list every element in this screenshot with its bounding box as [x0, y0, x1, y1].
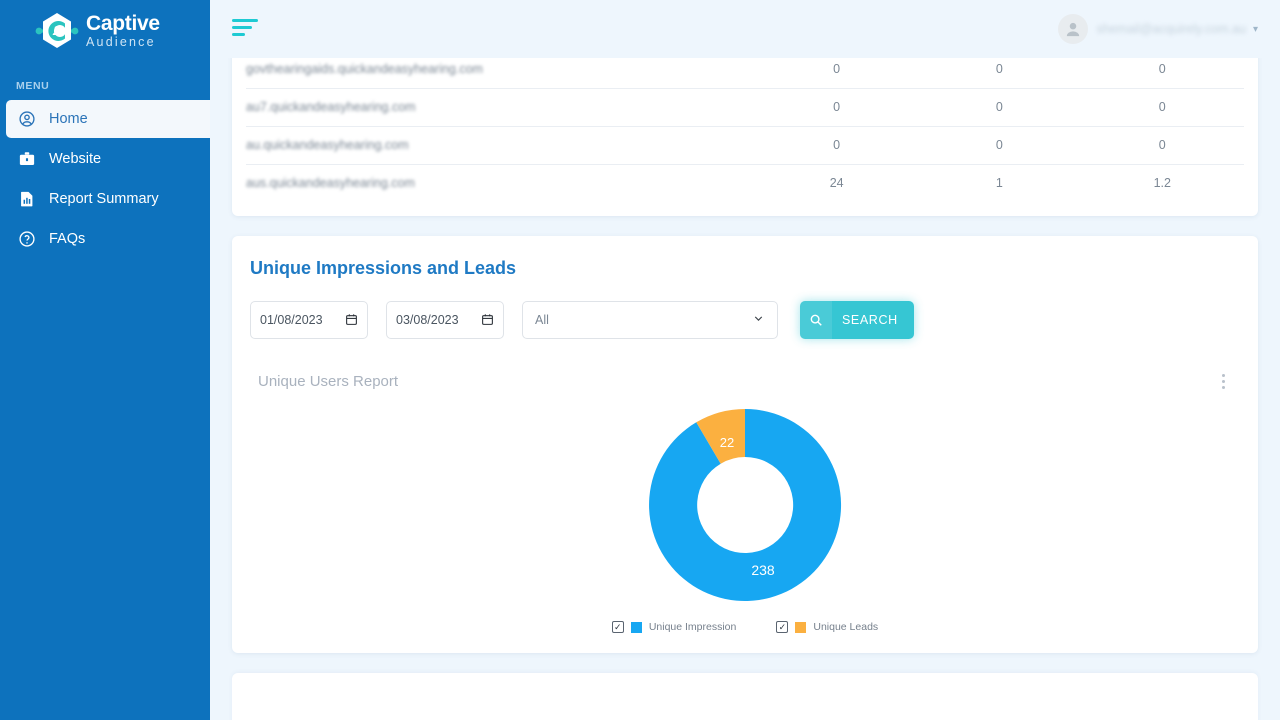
sidebar-item-home[interactable]: Home: [6, 100, 210, 138]
slice-label-unique-leads: 22: [720, 435, 734, 450]
search-button[interactable]: SEARCH: [800, 301, 914, 339]
sidebar: Captive Audience MENU Home Website Repor…: [0, 0, 210, 720]
chart-legend: ✓ Unique Impression ✓ Unique Leads: [611, 621, 878, 633]
chart-header: Unique Users Report: [250, 367, 1240, 395]
cell-col2: 1: [995, 176, 1003, 191]
date-to-input[interactable]: 03/08/2023: [386, 301, 504, 339]
user-menu[interactable]: shemail@acquirely.com.au ▾: [1057, 14, 1258, 44]
legend-label: Unique Impression: [648, 621, 737, 633]
main-content: shemail@acquirely.com.au ▾ govthearingai…: [210, 0, 1280, 720]
brand-logo[interactable]: Captive Audience: [0, 0, 210, 62]
search-button-label: SEARCH: [842, 313, 898, 327]
donut-chart-svg[interactable]: 22 238: [645, 401, 845, 609]
hamburger-icon[interactable]: [232, 18, 258, 40]
topbar: shemail@acquirely.com.au ▾: [210, 0, 1280, 58]
magnifier-icon: [800, 301, 832, 339]
legend-checkbox[interactable]: ✓: [776, 621, 789, 633]
donut-chart: 22 238 ✓ Unique Impression ✓ Unique Lead…: [250, 401, 1240, 633]
website-filter-select[interactable]: All: [522, 301, 778, 339]
slice-label-unique-impression: 238: [751, 562, 775, 578]
cell-col2: 0: [918, 88, 1081, 127]
sidebar-item-label: Report Summary: [49, 191, 159, 207]
legend-swatch: [630, 621, 642, 633]
user-circle-icon: [16, 108, 38, 130]
table-row[interactable]: aus.quickandeasyhearing.com 24 1 1.2: [246, 164, 1244, 202]
date-from-input[interactable]: 01/08/2023: [250, 301, 368, 339]
user-email-label: shemail@acquirely.com.au: [1096, 22, 1246, 36]
legend-item-unique-leads[interactable]: ✓ Unique Leads: [776, 621, 878, 633]
date-to-value: 03/08/2023: [396, 313, 459, 327]
more-vertical-icon[interactable]: [1212, 367, 1234, 395]
briefcase-icon: [16, 148, 38, 170]
calendar-icon[interactable]: [345, 313, 358, 328]
cell-col1: 0: [755, 88, 919, 127]
sidebar-item-label: FAQs: [49, 231, 86, 247]
legend-checkbox[interactable]: ✓: [611, 621, 624, 633]
calendar-icon[interactable]: [481, 313, 494, 328]
cell-col2: 0: [918, 126, 1081, 165]
hexagon-user-icon: [34, 8, 80, 54]
sidebar-item-report-summary[interactable]: Report Summary: [0, 180, 210, 218]
chevron-down-icon: ▾: [1252, 23, 1258, 35]
sidebar-item-website[interactable]: Website: [0, 140, 210, 178]
sidebar-menu-label: MENU: [16, 80, 50, 92]
unique-impressions-card: Unique Impressions and Leads 01/08/2023: [232, 236, 1258, 653]
cell-col1: 24: [829, 176, 844, 191]
next-card-partial: [232, 673, 1258, 720]
question-circle-icon: [16, 228, 38, 250]
sidebar-item-faqs[interactable]: FAQs: [0, 220, 210, 258]
chevron-down-icon: [752, 312, 765, 328]
sidebar-item-label: Website: [49, 151, 102, 167]
slice-unique-impression: [649, 409, 842, 601]
user-avatar-icon: [1057, 14, 1088, 44]
domains-table: govthearingaids.quickandeasyhearing.com …: [246, 50, 1244, 202]
scroll-area[interactable]: govthearingaids.quickandeasyhearing.com …: [210, 50, 1280, 720]
cell-col3: 0: [1080, 126, 1244, 165]
cell-col1: 0: [755, 126, 919, 165]
domains-table-card: govthearingaids.quickandeasyhearing.com …: [232, 50, 1258, 216]
chart-title: Unique Users Report: [258, 372, 399, 390]
brand-title: Captive: [86, 12, 160, 36]
website-filter-value: All: [535, 313, 549, 327]
date-from-value: 01/08/2023: [260, 313, 323, 327]
legend-item-unique-impression[interactable]: ✓ Unique Impression: [611, 621, 737, 633]
legend-label: Unique Leads: [813, 621, 879, 633]
table-row[interactable]: au7.quickandeasyhearing.com 0 0 0: [246, 88, 1244, 127]
brand-subtitle: Audience: [86, 35, 156, 50]
section-title: Unique Impressions and Leads: [250, 258, 517, 278]
cell-domain[interactable]: aus.quickandeasyhearing.com: [246, 164, 755, 202]
filters-row: 01/08/2023 03/08/2023 All SEARCH: [250, 301, 1240, 339]
cell-col3: 1.2: [1153, 176, 1171, 191]
sidebar-item-label: Home: [49, 111, 88, 127]
cell-domain[interactable]: au.quickandeasyhearing.com: [246, 126, 756, 165]
legend-swatch: [795, 621, 807, 633]
cell-domain[interactable]: au7.quickandeasyhearing.com: [246, 88, 756, 127]
report-document-icon: [16, 188, 38, 210]
table-row[interactable]: au.quickandeasyhearing.com 0 0 0: [246, 126, 1244, 165]
app-root: Captive Audience MENU Home Website Repor…: [0, 0, 1280, 720]
cell-col3: 0: [1080, 88, 1244, 127]
